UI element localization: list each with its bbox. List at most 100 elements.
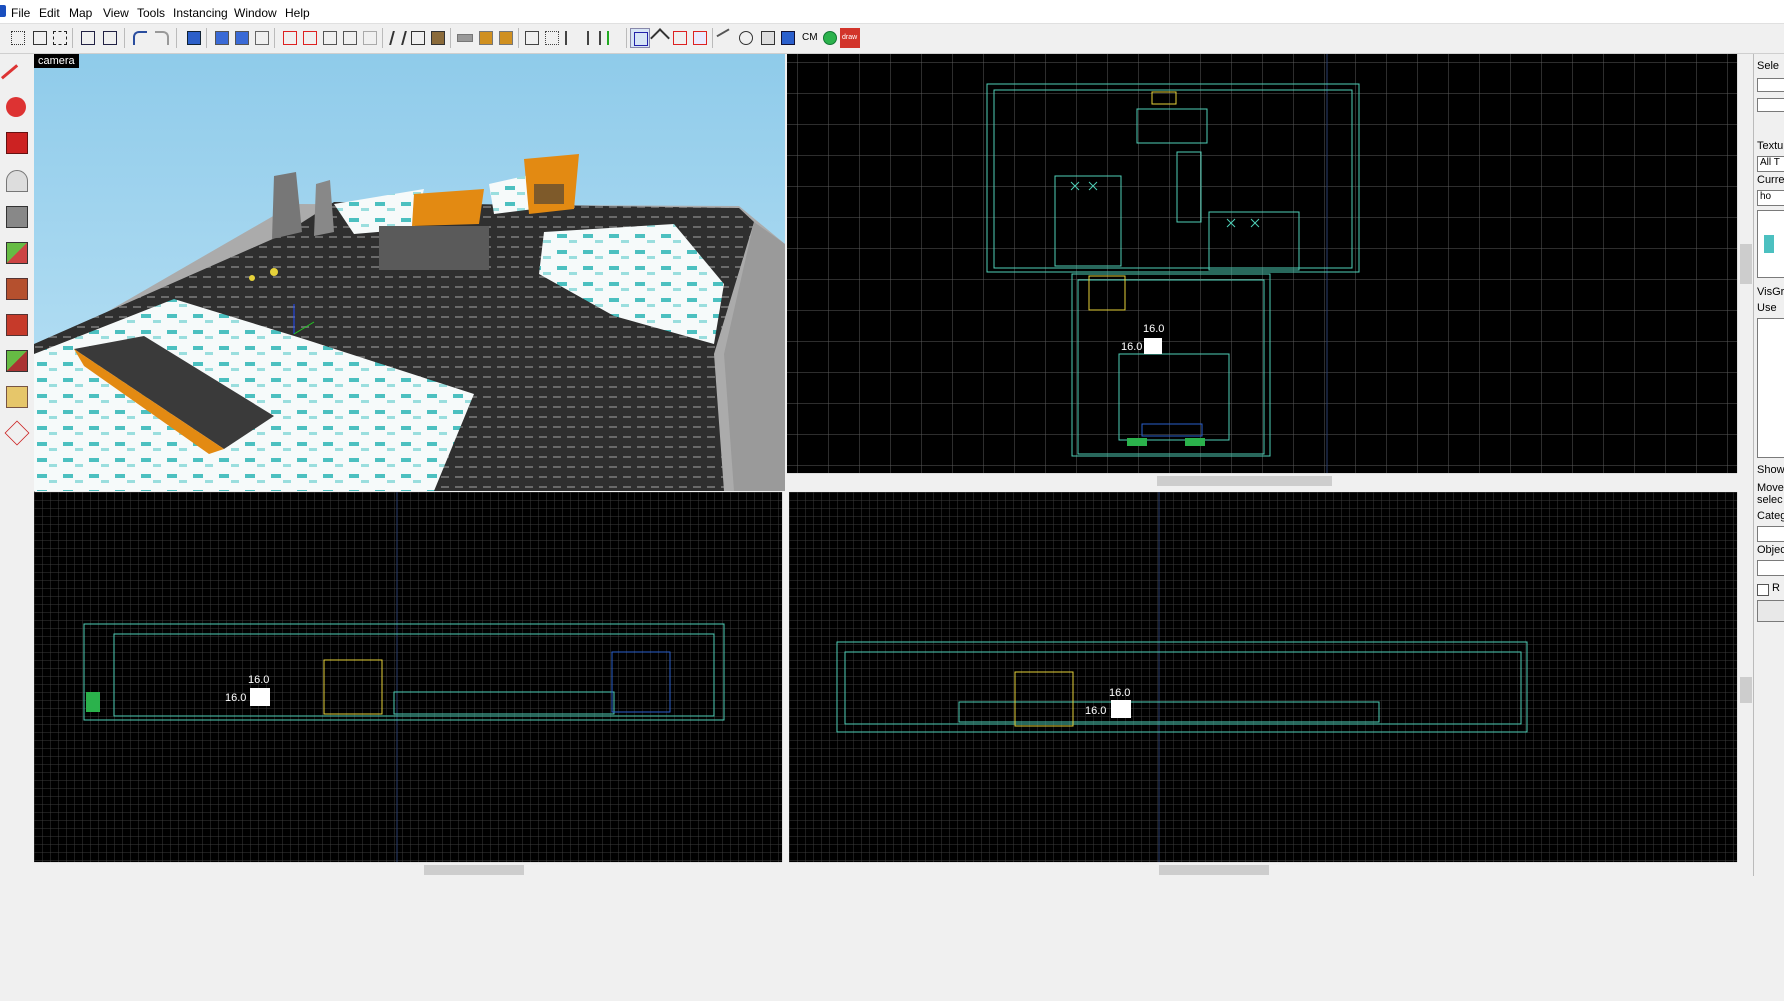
menu-file[interactable]: File (10, 0, 31, 23)
side-grid: 16.0 16.0 (789, 492, 1737, 862)
objects-dropdown[interactable] (1757, 560, 1784, 576)
grid-icon[interactable] (8, 28, 28, 48)
app-icon[interactable] (0, 5, 6, 17)
toolbar-separator (626, 28, 627, 48)
menu-bar: File Edit Map View Tools Instancing Wind… (0, 0, 1784, 24)
compile-icon[interactable] (820, 28, 840, 48)
menu-help[interactable]: Help (284, 0, 311, 23)
menu-map[interactable]: Map (68, 0, 93, 23)
menu-window[interactable]: Window (233, 0, 278, 23)
side-viewport-hscroll[interactable] (789, 862, 1737, 877)
draw-label: draw (842, 34, 858, 41)
auto-select-icon[interactable] (630, 28, 650, 48)
decal-icon (6, 314, 28, 336)
menu-edit[interactable]: Edit (38, 0, 61, 23)
menu-view[interactable]: View (102, 0, 130, 23)
category-dropdown[interactable] (1757, 526, 1784, 542)
paste-icon[interactable] (428, 28, 448, 48)
menu-tools[interactable]: Tools (136, 0, 166, 23)
scroll-thumb[interactable] (1159, 865, 1269, 875)
texture-align-icon[interactable] (496, 28, 516, 48)
texture-preview[interactable] (1757, 210, 1784, 278)
copy-icon[interactable] (408, 28, 428, 48)
cm-label[interactable]: CM (802, 32, 818, 43)
current-texture-label: Curren (1757, 174, 1784, 186)
entity-tool[interactable] (2, 164, 30, 198)
select-mode-field[interactable] (1757, 98, 1784, 112)
vertex-manipulation-tool[interactable] (2, 416, 30, 450)
menu-instancing[interactable]: Instancing (172, 0, 229, 23)
draw-button[interactable]: draw (840, 28, 860, 48)
texture-icon (6, 242, 28, 264)
selection-tool[interactable] (0, 54, 32, 95)
texture-lock-icon[interactable] (454, 28, 474, 48)
current-texture-field[interactable]: ho (1757, 190, 1784, 206)
show-hidden-icon[interactable] (320, 28, 340, 48)
top-viewport-hscroll[interactable] (787, 473, 1737, 488)
decal-icon[interactable] (716, 28, 736, 48)
run-map-icon[interactable] (778, 28, 798, 48)
visgroup-icon[interactable] (340, 28, 360, 48)
hide-unselected-icon[interactable] (300, 28, 320, 48)
magnify-tool[interactable] (2, 91, 30, 125)
align-icon[interactable] (584, 28, 604, 48)
load-window-state-icon[interactable] (78, 28, 98, 48)
texture-application-tool[interactable] (2, 236, 30, 270)
texture-scale-lock-icon[interactable] (476, 28, 496, 48)
redo-icon[interactable] (152, 28, 172, 48)
overlay-tool[interactable] (2, 344, 30, 378)
texture-group-label: Textu (1757, 140, 1784, 152)
front-viewport-hscroll[interactable] (34, 862, 782, 877)
top-viewport-vscroll[interactable] (1737, 54, 1754, 473)
ungroup-icon[interactable] (232, 28, 252, 48)
create-prefab-button[interactable] (1757, 600, 1784, 622)
check-problems-icon[interactable] (690, 28, 710, 48)
visgroup-list[interactable] (1757, 318, 1784, 458)
camera-icon (6, 132, 28, 154)
cut-icon[interactable] (388, 28, 408, 48)
random-checkbox[interactable] (1757, 584, 1769, 596)
side-viewport-vscroll[interactable] (1737, 492, 1754, 862)
front-viewport-vscroll[interactable] (782, 492, 788, 862)
block-tool[interactable] (2, 200, 30, 234)
visgroup-edit-icon[interactable] (360, 28, 380, 48)
vertex-tool-icon[interactable] (650, 28, 670, 48)
toolbar-separator (450, 28, 451, 48)
camera-viewport[interactable]: camera (34, 54, 785, 491)
carve-icon[interactable] (184, 28, 204, 48)
visgroup-user-tab[interactable]: Use (1757, 302, 1777, 314)
clip-icon (6, 386, 28, 408)
show-button[interactable]: Show (1757, 464, 1784, 476)
group-icon[interactable] (212, 28, 232, 48)
overlay-icon (6, 350, 28, 372)
visgroup-label: VisGr (1757, 286, 1784, 298)
scroll-thumb[interactable] (1740, 244, 1752, 284)
texture-group-dropdown[interactable]: All T (1757, 156, 1784, 172)
grid-toggle-icon[interactable] (50, 28, 70, 48)
select-mode-field[interactable] (1757, 78, 1784, 92)
save-window-state-icon[interactable] (100, 28, 120, 48)
map-properties-icon[interactable] (758, 28, 778, 48)
scroll-thumb[interactable] (1157, 476, 1332, 486)
select-by-handles-icon[interactable] (542, 28, 562, 48)
camera-tool[interactable] (2, 126, 30, 160)
undo-icon[interactable] (130, 28, 150, 48)
front-viewport[interactable]: 16.0 16.0 (34, 492, 782, 862)
decal-tool[interactable] (2, 308, 30, 342)
hide-selected-icon[interactable] (280, 28, 300, 48)
overlay-icon[interactable] (736, 28, 756, 48)
side-viewport[interactable]: 16.0 16.0 (789, 492, 1737, 862)
random-label: R (1772, 582, 1780, 594)
scroll-thumb[interactable] (1740, 677, 1752, 703)
selection-box-icon[interactable] (522, 28, 542, 48)
entity-report-icon[interactable] (670, 28, 690, 48)
ignore-groups-icon[interactable] (252, 28, 272, 48)
block-icon (6, 206, 28, 228)
toggle-handles-icon[interactable] (562, 28, 582, 48)
top-viewport[interactable]: 16.0 16.0 (787, 54, 1737, 473)
apply-texture-tool[interactable] (2, 272, 30, 306)
flip-icon[interactable] (604, 28, 624, 48)
clipping-tool[interactable] (2, 380, 30, 414)
scroll-thumb[interactable] (424, 865, 524, 875)
grid-snap-icon[interactable] (30, 28, 50, 48)
